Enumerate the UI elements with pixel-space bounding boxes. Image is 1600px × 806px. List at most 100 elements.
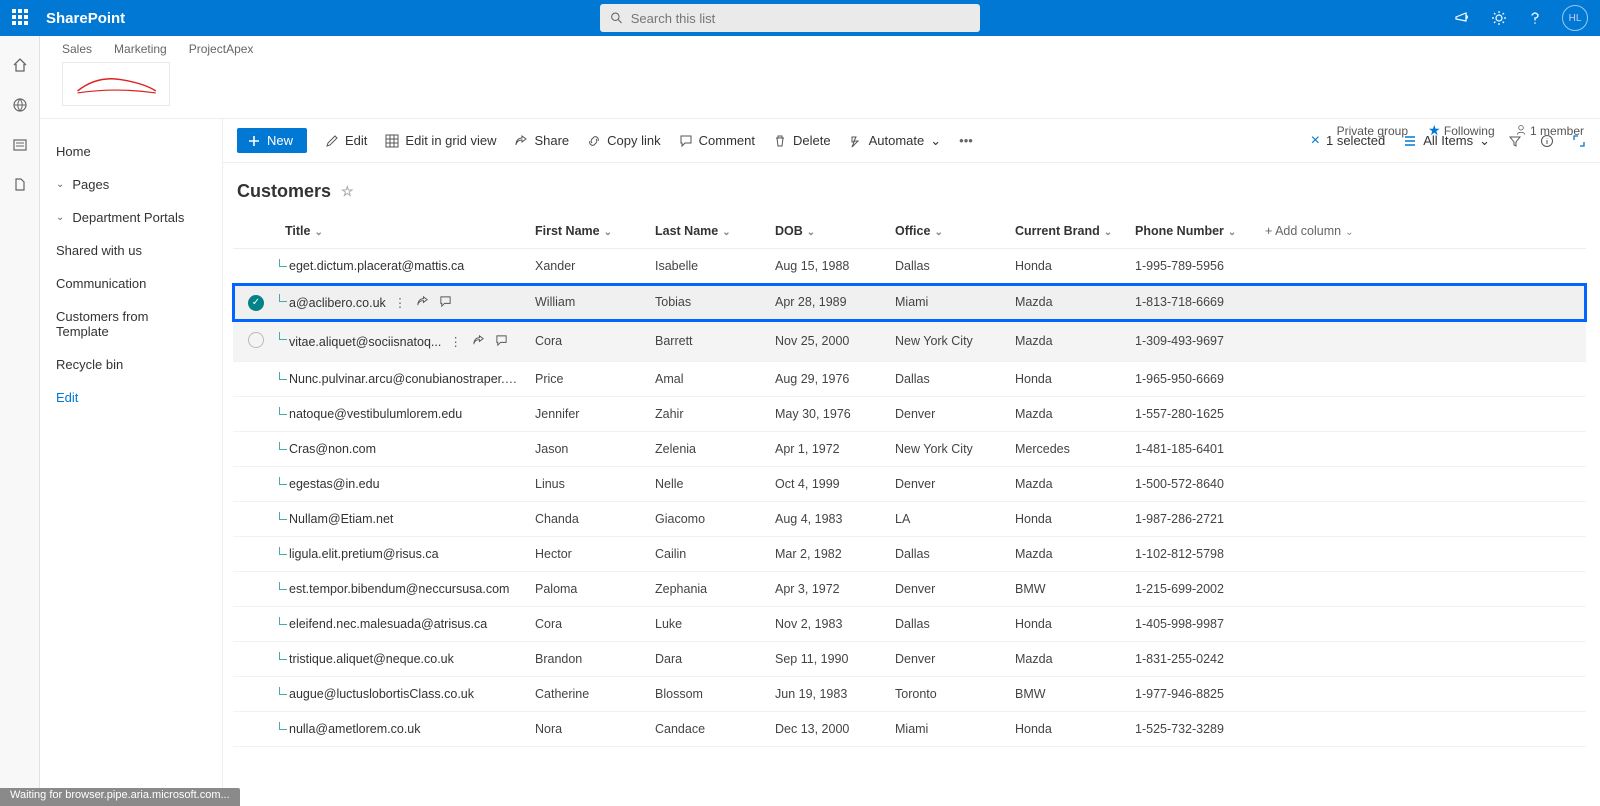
new-button[interactable]: New bbox=[237, 128, 307, 153]
more-button[interactable]: ••• bbox=[959, 133, 973, 148]
item-title[interactable]: natoque@vestibulumlorem.edu bbox=[289, 407, 462, 421]
table-row[interactable]: natoque@vestibulumlorem.eduJenniferZahir… bbox=[233, 396, 1586, 431]
nav-item[interactable]: Customers from Template bbox=[52, 300, 208, 348]
app-rail bbox=[0, 36, 40, 806]
nav-item[interactable]: ⌄Department Portals bbox=[52, 201, 208, 234]
table-row[interactable]: tristique.aliquet@neque.co.ukBrandonDara… bbox=[233, 641, 1586, 676]
cell-first: Jason bbox=[529, 431, 649, 466]
rail-news-icon[interactable] bbox=[11, 136, 29, 154]
table-row[interactable]: eleifend.nec.malesuada@atrisus.caCoraLuk… bbox=[233, 606, 1586, 641]
expand-button[interactable] bbox=[1572, 134, 1586, 148]
cell-office: Miami bbox=[889, 284, 1009, 322]
column-header[interactable]: Current Brand⌄ bbox=[1009, 214, 1129, 249]
row-share-icon[interactable] bbox=[472, 334, 485, 349]
clear-selection-button[interactable]: × 1 selected bbox=[1311, 132, 1386, 150]
hub-link[interactable]: Sales bbox=[62, 42, 92, 56]
row-more-icon[interactable]: ⋮ bbox=[449, 334, 462, 349]
item-title[interactable]: egestas@in.edu bbox=[289, 477, 380, 491]
item-link-icon bbox=[279, 294, 287, 302]
settings-icon[interactable] bbox=[1490, 9, 1508, 27]
cell-dob: May 30, 1976 bbox=[769, 396, 889, 431]
site-header: Sales Marketing ProjectApex Private grou… bbox=[40, 36, 1600, 119]
table-row[interactable]: ✓a@aclibero.co.uk⋮WilliamTobiasApr 28, 1… bbox=[233, 284, 1586, 322]
item-title[interactable]: est.tempor.bibendum@neccursusa.com bbox=[289, 582, 509, 596]
row-more-icon[interactable]: ⋮ bbox=[394, 295, 407, 310]
nav-item[interactable]: Shared with us bbox=[52, 234, 208, 267]
column-header[interactable]: First Name⌄ bbox=[529, 214, 649, 249]
view-switcher[interactable]: All Items ⌄ bbox=[1403, 133, 1490, 149]
share-button[interactable]: Share bbox=[514, 133, 569, 148]
app-brand[interactable]: SharePoint bbox=[46, 10, 125, 27]
item-title[interactable]: eget.dictum.placerat@mattis.ca bbox=[289, 259, 464, 273]
search-input[interactable] bbox=[631, 11, 970, 26]
row-selected-icon[interactable]: ✓ bbox=[248, 295, 264, 311]
row-share-icon[interactable] bbox=[416, 295, 429, 310]
nav-item-label: Recycle bin bbox=[56, 357, 123, 372]
nav-item-label: Home bbox=[56, 144, 91, 159]
table-row[interactable]: Nullam@Etiam.netChandaGiacomoAug 4, 1983… bbox=[233, 501, 1586, 536]
megaphone-icon[interactable] bbox=[1454, 9, 1472, 27]
hub-link[interactable]: Marketing bbox=[114, 42, 167, 56]
column-header[interactable]: Phone Number⌄ bbox=[1129, 214, 1259, 249]
delete-button[interactable]: Delete bbox=[773, 133, 831, 148]
comment-button[interactable]: Comment bbox=[679, 133, 755, 148]
trash-icon bbox=[773, 134, 787, 148]
table-row[interactable]: nulla@ametlorem.co.ukNoraCandaceDec 13, … bbox=[233, 711, 1586, 746]
app-launcher-icon[interactable] bbox=[12, 9, 30, 27]
table-row[interactable]: est.tempor.bibendum@neccursusa.comPaloma… bbox=[233, 571, 1586, 606]
favorite-toggle[interactable]: ☆ bbox=[341, 183, 354, 200]
item-title[interactable]: eleifend.nec.malesuada@atrisus.ca bbox=[289, 617, 487, 631]
cell-phone: 1-987-286-2721 bbox=[1129, 501, 1259, 536]
rail-files-icon[interactable] bbox=[11, 176, 29, 194]
automate-button[interactable]: Automate ⌄ bbox=[849, 133, 942, 149]
table-row[interactable]: egestas@in.eduLinusNelleOct 4, 1999Denve… bbox=[233, 466, 1586, 501]
nav-edit-link[interactable]: Edit bbox=[52, 381, 208, 414]
item-title[interactable]: vitae.aliquet@sociisnatoq... bbox=[289, 335, 441, 349]
filter-button[interactable] bbox=[1508, 134, 1522, 148]
rail-globe-icon[interactable] bbox=[11, 96, 29, 114]
hub-link[interactable]: ProjectApex bbox=[189, 42, 254, 56]
column-header[interactable]: Title⌄ bbox=[279, 214, 529, 249]
table-row[interactable]: Nunc.pulvinar.arcu@conubianostraper.edu P… bbox=[233, 361, 1586, 396]
item-title[interactable]: Nunc.pulvinar.arcu@conubianostraper.edu bbox=[289, 372, 525, 386]
item-title[interactable]: a@aclibero.co.uk bbox=[289, 296, 386, 310]
plus-icon bbox=[247, 134, 261, 148]
edit-button[interactable]: Edit bbox=[325, 133, 367, 148]
cell-office: Miami bbox=[889, 711, 1009, 746]
cell-last: Amal bbox=[649, 361, 769, 396]
row-comment-icon[interactable] bbox=[495, 334, 508, 349]
nav-item[interactable]: Home bbox=[52, 135, 208, 168]
table-row[interactable]: vitae.aliquet@sociisnatoq...⋮CoraBarrett… bbox=[233, 321, 1586, 361]
column-header[interactable]: Office⌄ bbox=[889, 214, 1009, 249]
row-comment-icon[interactable] bbox=[439, 295, 452, 310]
table-row[interactable]: eget.dictum.placerat@mattis.caXanderIsab… bbox=[233, 249, 1586, 284]
cell-dob: Aug 15, 1988 bbox=[769, 249, 889, 284]
table-row[interactable]: ligula.elit.pretium@risus.caHectorCailin… bbox=[233, 536, 1586, 571]
info-button[interactable] bbox=[1540, 134, 1554, 148]
search-box[interactable] bbox=[600, 4, 980, 32]
column-header[interactable]: DOB⌄ bbox=[769, 214, 889, 249]
nav-item[interactable]: Communication bbox=[52, 267, 208, 300]
item-title[interactable]: Nullam@Etiam.net bbox=[289, 512, 393, 526]
item-title[interactable]: tristique.aliquet@neque.co.uk bbox=[289, 652, 454, 666]
nav-item[interactable]: Recycle bin bbox=[52, 348, 208, 381]
help-icon[interactable] bbox=[1526, 9, 1544, 27]
rail-home-icon[interactable] bbox=[11, 56, 29, 74]
item-title[interactable]: ligula.elit.pretium@risus.ca bbox=[289, 547, 439, 561]
nav-item[interactable]: ⌄Pages bbox=[52, 168, 208, 201]
table-row[interactable]: augue@luctuslobortisClass.co.ukCatherine… bbox=[233, 676, 1586, 711]
item-title[interactable]: Cras@non.com bbox=[289, 442, 376, 456]
copy-link-button[interactable]: Copy link bbox=[587, 133, 660, 148]
cell-first: Price bbox=[529, 361, 649, 396]
table-row[interactable]: Cras@non.comJasonZeleniaApr 1, 1972New Y… bbox=[233, 431, 1586, 466]
grid-edit-button[interactable]: Edit in grid view bbox=[385, 133, 496, 148]
item-link-icon bbox=[279, 442, 287, 450]
item-title[interactable]: augue@luctuslobortisClass.co.uk bbox=[289, 687, 474, 701]
nav-item-label: Pages bbox=[72, 177, 109, 192]
site-logo[interactable] bbox=[62, 62, 170, 106]
column-header[interactable]: Last Name⌄ bbox=[649, 214, 769, 249]
row-select-toggle[interactable] bbox=[248, 332, 264, 348]
user-avatar[interactable]: HL bbox=[1562, 5, 1588, 31]
add-column-button[interactable]: + Add column⌄ bbox=[1259, 214, 1586, 249]
item-title[interactable]: nulla@ametlorem.co.uk bbox=[289, 722, 421, 736]
